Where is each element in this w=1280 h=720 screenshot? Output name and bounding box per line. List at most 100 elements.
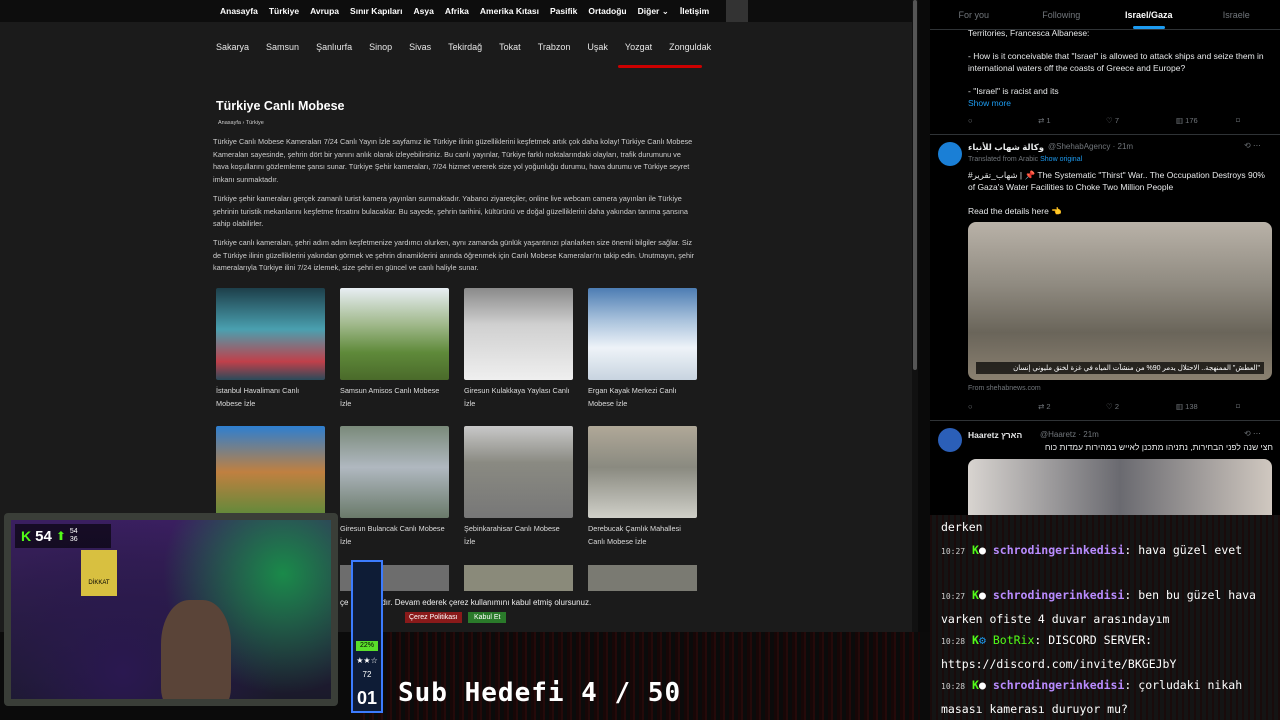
city-tab[interactable]: Sinop — [369, 42, 392, 62]
chat-username[interactable]: BotRix — [993, 633, 1035, 647]
sub-goal-text: Sub Hedefi 4 / 50 — [398, 678, 682, 708]
page-scrollbar[interactable] — [912, 0, 918, 632]
camera-thumbnail[interactable] — [464, 426, 573, 518]
chat-message: derken — [941, 520, 983, 534]
post-text: חצי שנה לפני הבחירות, נתניהו מתכנן לאייש… — [1044, 442, 1273, 452]
nav-amerika[interactable]: Amerika Kıtası — [480, 6, 539, 16]
tab-for-you[interactable]: For you — [930, 0, 1018, 29]
like-button[interactable]: ♡ 2 — [1106, 402, 1176, 411]
views-button[interactable]: ▥ 176 — [1176, 116, 1236, 125]
camera-card[interactable]: Şebinkarahisar Canlı Mobese İzle — [464, 426, 573, 548]
camera-title[interactable]: Derebucak Çamlık Mahallesi Canlı Mobese … — [588, 522, 697, 548]
camera-card[interactable]: Samsun Amisos Canlı Mobese İzle — [340, 288, 449, 410]
post-image[interactable] — [968, 459, 1272, 515]
more-icon[interactable]: ⟲ ⋯ — [1244, 141, 1261, 150]
nav-asya[interactable]: Asya — [413, 6, 433, 16]
camera-card[interactable]: Derebucak Çamlık Mahallesi Canlı Mobese … — [588, 426, 697, 548]
author-handle[interactable]: @Haaretz · 21m — [1040, 430, 1099, 439]
camera-thumbnail[interactable] — [464, 565, 573, 591]
city-tab[interactable]: Uşak — [587, 42, 608, 62]
cookie-policy-button[interactable]: Çerez Politikası — [405, 612, 462, 623]
nav-anasayfa[interactable]: Anasayfa — [220, 6, 258, 16]
like-count: 2 — [1114, 402, 1119, 411]
nav-avrupa[interactable]: Avrupa — [310, 6, 339, 16]
camera-thumbnail[interactable] — [216, 426, 325, 518]
show-more-link[interactable]: Show more — [968, 97, 1011, 109]
city-tab[interactable]: Yozgat — [625, 42, 652, 62]
city-tab[interactable]: Trabzon — [538, 42, 571, 62]
camera-title[interactable]: Giresun Kulakkaya Yaylası Canlı İzle — [464, 384, 573, 410]
top-navigation: Anasayfa Türkiye Avrupa Sınır Kapıları A… — [0, 0, 918, 22]
more-icon[interactable]: ⟲ ⋯ — [1244, 429, 1261, 438]
camera-card[interactable]: Giresun Bulancak Canlı Mobese İzle — [340, 426, 449, 548]
camera-card[interactable]: Giresun Kulakkaya Yaylası Canlı İzle — [464, 288, 573, 410]
city-tab[interactable]: Tokat — [499, 42, 521, 62]
search-icon[interactable] — [726, 0, 749, 22]
avatar[interactable] — [938, 142, 962, 166]
city-tab[interactable]: Tekirdağ — [448, 42, 482, 62]
city-tab[interactable]: Sivas — [409, 42, 431, 62]
tab-following[interactable]: Following — [1018, 0, 1106, 29]
tab-israel-gaza[interactable]: Israel/Gaza — [1105, 0, 1193, 29]
camera-title[interactable]: Şebinkarahisar Canlı Mobese İzle — [464, 522, 573, 548]
view-count: 176 — [1185, 116, 1198, 125]
meter-level: 01 — [356, 688, 378, 708]
camera-title[interactable]: Giresun Bulancak Canlı Mobese İzle — [340, 522, 449, 548]
chat-username[interactable]: schrodingerinkedisi — [993, 678, 1125, 692]
nav-diger[interactable]: Diğer ⌄ — [638, 6, 669, 17]
camera-thumbnail[interactable] — [464, 288, 573, 380]
nav-ortadogu[interactable]: Ortadoğu — [588, 6, 626, 16]
breadcrumb[interactable]: Anasayfa › Türkiye — [218, 120, 264, 126]
nav-iletisim[interactable]: İletişim — [680, 6, 709, 16]
camera-thumbnail[interactable] — [216, 288, 325, 380]
reply-icon[interactable]: ○ — [968, 116, 1038, 125]
author-name[interactable]: وكالة شهاب للأنباء — [968, 141, 1044, 153]
link-source[interactable]: From shehabnews.com — [968, 385, 1041, 392]
camera-title[interactable]: İstanbul Havalimanı Canlı Mobese İzle — [216, 384, 325, 410]
repost-count: 2 — [1046, 402, 1051, 411]
city-tab[interactable]: Samsun — [266, 42, 299, 62]
user-avatar-icon: ● — [978, 678, 986, 692]
city-tab[interactable]: Zonguldak — [669, 42, 711, 62]
camera-thumbnail[interactable] — [340, 426, 449, 518]
avatar[interactable] — [938, 428, 962, 452]
post-text: - "Israel" is racist and its — [968, 86, 1059, 96]
scrollbar-thumb[interactable] — [913, 0, 917, 370]
post-image[interactable]: "العطش" الممنهجة.. الاحتلال يدمر 90% من … — [968, 222, 1272, 380]
camera-card[interactable]: İstanbul Havalimanı Canlı Mobese İzle — [216, 288, 325, 410]
camera-thumbnail[interactable] — [588, 565, 697, 591]
camera-thumbnail[interactable] — [588, 426, 697, 518]
nav-afrika[interactable]: Afrika — [445, 6, 469, 16]
nav-turkiye[interactable]: Türkiye — [269, 6, 299, 16]
city-tab[interactable]: Sakarya — [216, 42, 249, 62]
views-button[interactable]: ▥ 138 — [1176, 402, 1236, 411]
cookie-accept-button[interactable]: Kabul Et — [468, 612, 507, 623]
chat-message: 10:28 K● schrodingerinkedisi: çorludaki … — [941, 678, 1243, 716]
link-caption: "العطش" الممنهجة.. الاحتلال يدمر 90% من … — [976, 362, 1264, 374]
camera-thumbnail[interactable] — [588, 288, 697, 380]
show-original-link[interactable]: Show original — [1040, 156, 1082, 163]
camera-thumbnail[interactable] — [340, 288, 449, 380]
kick-badge-icon: K — [972, 678, 979, 692]
repost-button[interactable]: ⇄ 2 — [1038, 402, 1106, 411]
repost-button[interactable]: ⇄ 1 — [1038, 116, 1106, 125]
camera-card[interactable]: Ergan Kayak Merkezi Canlı Mobese İzle — [588, 288, 697, 410]
bookmark-icon[interactable]: ⌑ — [1236, 402, 1240, 411]
tab-israele[interactable]: Israele — [1193, 0, 1280, 29]
bookmark-icon[interactable]: ⌑ — [1236, 116, 1240, 125]
nav-sinir-kapilari[interactable]: Sınır Kapıları — [350, 6, 402, 16]
reply-icon[interactable]: ○ — [968, 402, 1038, 411]
camera-title[interactable]: Ergan Kayak Merkezi Canlı Mobese İzle — [588, 384, 697, 410]
nav-pasifik[interactable]: Pasifik — [550, 6, 577, 16]
city-tab[interactable]: Şanlıurfa — [316, 42, 352, 62]
hype-meter: 22% ★★☆ 72 01 — [351, 560, 383, 713]
timeline-tabs: For you Following Israel/Gaza Israele — [930, 0, 1280, 30]
author-name[interactable]: Haaretz הארץ — [968, 429, 1022, 441]
author-handle[interactable]: @ShehabAgency · 21m — [1048, 142, 1133, 151]
chat-username[interactable]: schrodingerinkedisi — [993, 588, 1125, 602]
star-icons: ★★☆ — [356, 656, 378, 665]
like-button[interactable]: ♡ 7 — [1106, 116, 1176, 125]
camera-card[interactable] — [216, 426, 325, 522]
camera-title[interactable]: Samsun Amisos Canlı Mobese İzle — [340, 384, 449, 410]
chat-username[interactable]: schrodingerinkedisi — [993, 543, 1125, 557]
